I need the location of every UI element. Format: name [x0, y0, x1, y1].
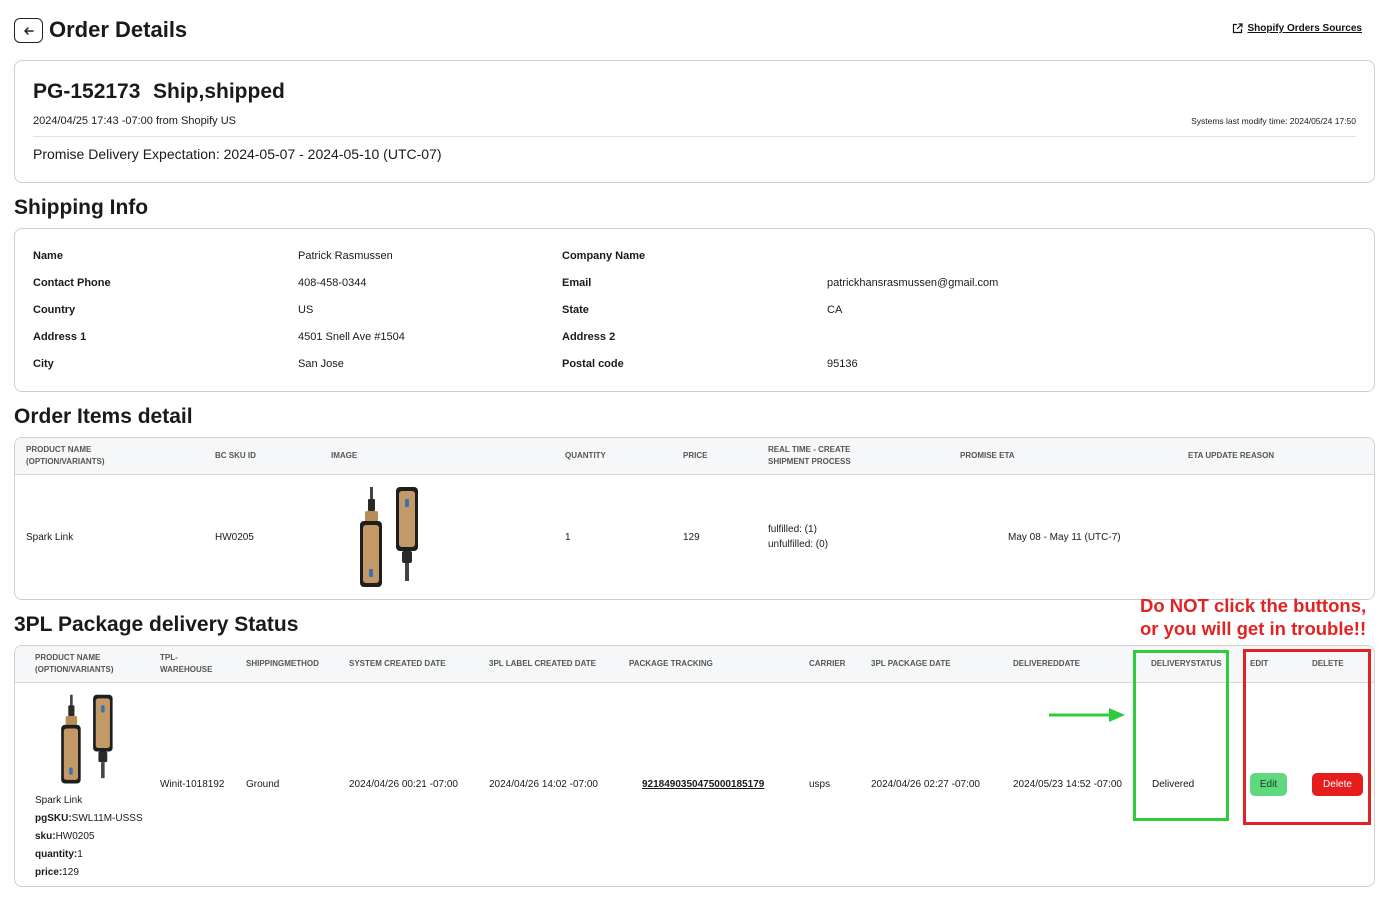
- item-sku: HW0205: [215, 532, 254, 543]
- warning-line-2: or you will get in trouble!!: [1140, 618, 1367, 639]
- col-package-date: 3PL PACKAGE DATE: [871, 659, 951, 668]
- promise-delivery-expectation: Promise Delivery Expectation: 2024-05-07…: [33, 146, 442, 162]
- pkg-sku: sku:HW0205: [35, 831, 95, 842]
- pkg-package-date: 2024/04/26 02:27 -07:00: [871, 779, 980, 790]
- order-status: Ship,shipped: [153, 80, 285, 103]
- col-eta-update-reason: ETA UPDATE REASON: [1188, 451, 1275, 460]
- col-system-created-date: SYSTEM CREATED DATE: [349, 659, 446, 668]
- col-image: IMAGE: [331, 451, 358, 460]
- pkg-carrier: usps: [809, 779, 831, 790]
- divider: [33, 136, 1356, 137]
- col-tpl-warehouse: TPL-WAREHOUSE: [160, 653, 213, 674]
- pkg-system-created-date: 2024/04/26 00:21 -07:00: [349, 779, 458, 790]
- address1-label: Address 1: [33, 331, 87, 343]
- email-label: Email: [562, 277, 592, 289]
- pkg-product-name: Spark Link: [35, 795, 83, 806]
- product-image: [61, 694, 113, 784]
- order-summary-card: PG-152173 Ship,shipped 2024/04/25 17:43 …: [14, 60, 1375, 183]
- order-items-table: PRODUCT NAME (OPTION/VARIANTS) BC SKU ID…: [14, 437, 1375, 600]
- system-modify-time: Systems last modify time: 2024/05/24 17:…: [1191, 116, 1356, 126]
- col-price: PRICE: [683, 451, 708, 460]
- arrow-right-icon: [1049, 708, 1125, 722]
- col-delivered-date: DELIVEREDDATE: [1013, 659, 1080, 668]
- city-value: San Jose: [298, 358, 344, 370]
- product-image: [360, 487, 418, 587]
- pkg-label-created-date: 2024/04/26 14:02 -07:00: [489, 779, 598, 790]
- col-product-name: PRODUCT NAME (OPTION/VARIANTS): [35, 653, 114, 674]
- col-product-name: PRODUCT NAME (OPTION/VARIANTS): [26, 445, 105, 466]
- col-promise-eta: PROMISE ETA: [960, 451, 1015, 460]
- address1-value: 4501 Snell Ave #1504: [298, 331, 405, 343]
- arrow-left-icon: [23, 26, 34, 35]
- phone-label: Contact Phone: [33, 277, 111, 289]
- top-bar: Order Details Shopify Orders Sources: [14, 15, 1364, 45]
- item-unfulfilled: unfulfilled: (0): [768, 539, 829, 550]
- pkg-quantity: quantity:1: [35, 849, 83, 860]
- delivery-status-highlight: [1133, 650, 1229, 821]
- action-buttons-highlight: [1243, 649, 1371, 825]
- back-button[interactable]: [14, 18, 43, 43]
- phone-value: 408-458-0344: [298, 277, 367, 289]
- col-bc-sku: BC SKU ID: [215, 451, 256, 460]
- shipping-info-title: Shipping Info: [14, 196, 149, 219]
- city-label: City: [33, 358, 54, 370]
- col-realtime-shipment: REAL TIME - CREATE SHIPMENT PROCESS: [768, 445, 851, 466]
- item-promise-eta: May 08 - May 11 (UTC-7): [1008, 532, 1121, 543]
- shopify-orders-sources-link[interactable]: Shopify Orders Sources: [1232, 23, 1362, 34]
- name-label: Name: [33, 250, 63, 262]
- col-label-created-date: 3PL LABEL CREATED DATE: [489, 659, 596, 668]
- country-label: Country: [33, 304, 76, 316]
- order-created-date: 2024/04/25 17:43 -07:00 from Shopify US: [33, 115, 237, 127]
- item-fulfilled: fulfilled: (1): [768, 524, 817, 535]
- package-status-title: 3PL Package delivery Status: [14, 613, 299, 636]
- email-value: patrickhansrasmussen@gmail.com: [827, 277, 999, 289]
- col-quantity: QUANTITY: [565, 451, 606, 460]
- name-value: Patrick Rasmussen: [298, 250, 393, 262]
- postal-value: 95136: [827, 358, 858, 370]
- table-header: PRODUCT NAME (OPTION/VARIANTS) BC SKU ID…: [15, 438, 1374, 475]
- item-quantity: 1: [565, 532, 571, 543]
- page-title: Order Details: [49, 17, 188, 42]
- col-package-tracking: PACKAGE TRACKING: [629, 659, 713, 668]
- pkg-pgsku: pgSKU:SWL11M-USSS: [35, 813, 143, 824]
- item-product-name: Spark Link: [26, 532, 74, 543]
- postal-label: Postal code: [562, 358, 624, 370]
- item-price: 129: [683, 532, 700, 543]
- country-value: US: [298, 304, 314, 316]
- address2-label: Address 2: [562, 331, 616, 343]
- package-tracking-link[interactable]: 9218490350475000185179: [642, 777, 764, 792]
- order-items-title: Order Items detail: [14, 405, 193, 428]
- company-label: Company Name: [562, 250, 646, 262]
- col-carrier: CARRIER: [809, 659, 846, 668]
- pkg-price: price:129: [35, 867, 79, 878]
- warning-annotation: Do NOT click the buttons, or you will ge…: [1140, 594, 1366, 640]
- pkg-shipping-method: Ground: [246, 779, 280, 790]
- sources-link-label[interactable]: Shopify Orders Sources: [1248, 23, 1362, 34]
- col-shipping-method: SHIPPINGMETHOD: [246, 659, 319, 668]
- order-id: PG-152173: [33, 80, 141, 103]
- state-value: CA: [827, 304, 843, 316]
- pkg-warehouse: Winit-1018192: [160, 779, 225, 790]
- state-label: State: [562, 304, 589, 316]
- shipping-info-card: Name Patrick Rasmussen Company Name Cont…: [14, 228, 1375, 392]
- external-link-icon: [1232, 23, 1243, 34]
- warning-line-1: Do NOT click the buttons,: [1140, 595, 1367, 616]
- pkg-delivered-date: 2024/05/23 14:52 -07:00: [1013, 779, 1122, 790]
